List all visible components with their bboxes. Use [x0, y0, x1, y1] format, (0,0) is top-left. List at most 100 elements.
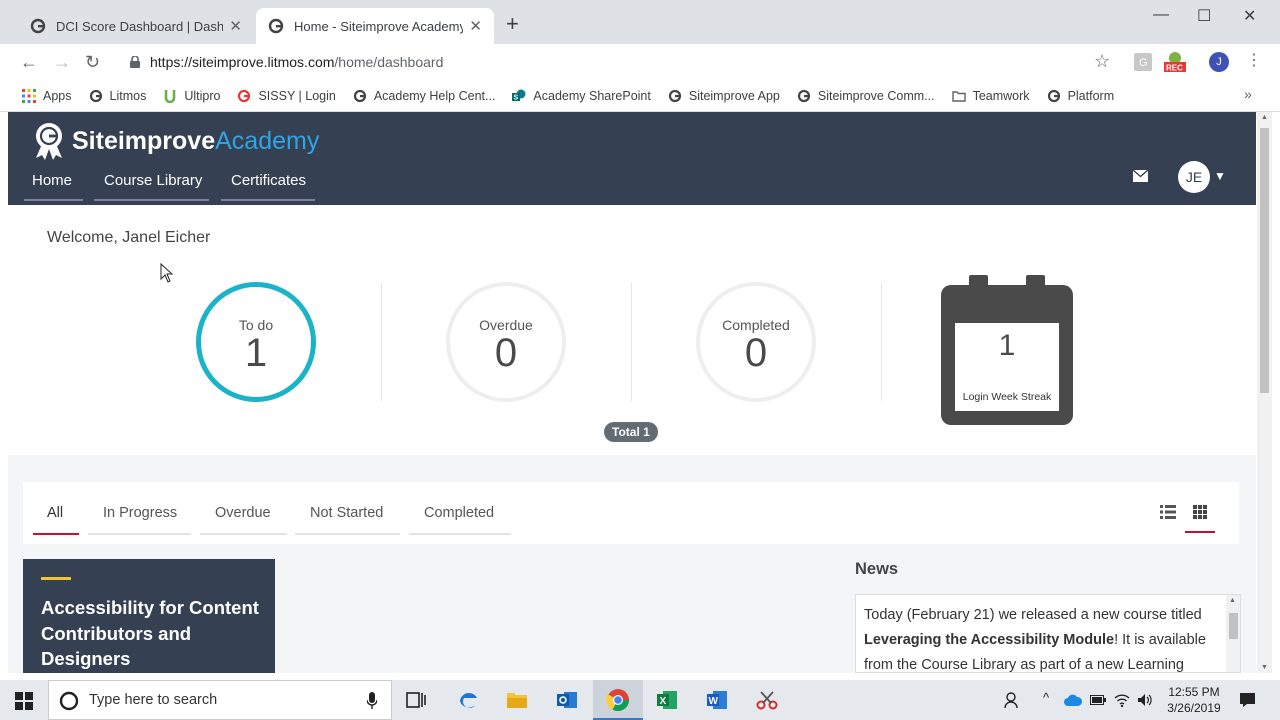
litmos-icon — [668, 89, 681, 102]
grid-view-toggle[interactable] — [1185, 498, 1215, 533]
tab-home-siteimprove-academy[interactable]: Home - Siteimprove Academy ✕ — [256, 8, 494, 44]
outlook-icon[interactable] — [555, 688, 579, 712]
nav-course-library[interactable]: Course Library — [94, 172, 209, 201]
bookmark-siteimprove-community[interactable]: Siteimprove Comm... — [797, 89, 935, 103]
stat-overdue[interactable]: Overdue 0 — [446, 282, 566, 402]
mail-icon[interactable] — [1133, 170, 1148, 182]
list-view-icon[interactable] — [1160, 505, 1176, 519]
people-icon[interactable] — [1004, 691, 1022, 709]
stat-completed[interactable]: Completed 0 — [696, 282, 816, 402]
stat-todo[interactable]: To do 1 — [196, 282, 316, 402]
litmos-icon — [89, 89, 102, 102]
bookmark-academy-help[interactable]: Academy Help Cent... — [353, 88, 496, 103]
scroll-down-icon[interactable]: ▼ — [1261, 664, 1268, 671]
folder-icon — [951, 90, 966, 102]
bookmark-star-icon[interactable]: ☆ — [1094, 51, 1110, 72]
recorder-extension-icon[interactable]: REC — [1163, 51, 1187, 73]
address-bar[interactable]: https://siteimprove.litmos.com/home/dash… — [118, 48, 1122, 76]
news-scrollbar[interactable]: ▲ — [1226, 595, 1240, 672]
bookmark-apps[interactable]: Apps — [22, 88, 72, 103]
extension-g-icon[interactable]: G — [1134, 53, 1152, 71]
bookmark-platform[interactable]: Platform — [1047, 88, 1115, 103]
battery-icon[interactable] — [1090, 695, 1106, 705]
site-header: Siteimprove Academy Home Course Library C… — [8, 112, 1256, 205]
stat-value: 0 — [494, 331, 518, 375]
brand-primary: Siteimprove — [72, 126, 216, 155]
file-explorer-icon[interactable] — [505, 688, 529, 712]
close-tab-icon[interactable]: ✕ — [229, 17, 242, 35]
volume-icon[interactable] — [1137, 692, 1153, 708]
nav-certificates[interactable]: Certificates — [221, 172, 315, 201]
windows-start-icon[interactable] — [15, 692, 33, 710]
bookmark-academy-sharepoint[interactable]: S Academy SharePoint — [512, 89, 651, 103]
course-card[interactable]: Accessibility for Content Contributors a… — [23, 559, 275, 673]
lock-icon — [130, 56, 140, 68]
chrome-icon[interactable] — [606, 688, 630, 712]
page-scrollbar-thumb[interactable] — [1260, 128, 1269, 393]
award-ribbon-icon — [36, 123, 62, 160]
maximize-icon[interactable]: ☐ — [1197, 6, 1211, 26]
divider — [381, 283, 382, 401]
scroll-up-icon[interactable]: ▲ — [1261, 114, 1268, 121]
news-heading: News — [855, 560, 899, 578]
scroll-up-icon[interactable]: ▲ — [1229, 597, 1236, 604]
action-center-icon[interactable] — [1239, 692, 1256, 708]
user-avatar[interactable]: JE — [1178, 161, 1210, 193]
taskbar-search-box[interactable]: Type here to search — [48, 680, 392, 720]
card-accent-bar — [41, 577, 71, 580]
filter-tab-not-started[interactable]: Not Started — [295, 505, 400, 535]
microphone-icon[interactable] — [367, 692, 377, 710]
minimize-icon[interactable]: — — [1153, 6, 1169, 24]
stats-panel: Welcome, Janel Eicher To do 1 Overdue 0 … — [8, 205, 1256, 455]
bookmark-ultipro[interactable]: Ultipro — [163, 89, 220, 103]
filter-tab-all[interactable]: All — [33, 505, 79, 535]
bookmark-litmos[interactable]: Litmos — [89, 89, 146, 103]
show-hidden-icons-chevron-icon[interactable]: ^ — [1043, 690, 1049, 705]
onedrive-icon[interactable] — [1064, 694, 1082, 706]
new-tab-icon[interactable]: + — [506, 13, 519, 35]
course-title: Accessibility for Content Contributors a… — [41, 597, 259, 669]
litmos-icon — [797, 89, 810, 102]
bookmark-label: Teamwork — [972, 88, 1030, 103]
apps-grid-icon — [22, 88, 36, 103]
page-scrollbar[interactable]: ▲ ▼ — [1257, 112, 1272, 673]
bookmark-label: Platform — [1067, 88, 1115, 103]
close-window-icon[interactable]: ✕ — [1243, 6, 1256, 26]
filter-tab-in-progress[interactable]: In Progress — [88, 505, 191, 535]
bookmark-label: Ultipro — [184, 88, 221, 103]
back-icon[interactable]: ← — [20, 52, 38, 72]
profile-avatar[interactable]: J — [1209, 52, 1229, 72]
filter-tab-completed[interactable]: Completed — [409, 505, 511, 535]
forward-icon[interactable]: → — [53, 52, 71, 72]
tab-dci-score-dashboard[interactable]: DCI Score Dashboard | Dashboard ✕ — [18, 8, 254, 44]
news-text-intro: Today (February 21) we released a new co… — [864, 607, 1202, 623]
word-icon[interactable]: W — [705, 688, 729, 712]
siteimprove-academy-logo[interactable]: Siteimprove Academy — [32, 122, 319, 160]
bookmark-sissy-login[interactable]: SISSY | Login — [237, 89, 336, 103]
divider — [881, 283, 882, 401]
browser-toolbar: ← → ↻ https://siteimprove.litmos.com/hom… — [0, 44, 1280, 80]
chrome-menu-icon[interactable]: ⋮ — [1246, 50, 1262, 70]
bookmark-label: Academy Help Cent... — [373, 88, 496, 103]
edge-icon[interactable] — [456, 688, 480, 712]
user-menu-chevron-down-icon[interactable]: ▼ — [1214, 169, 1226, 183]
reload-icon[interactable]: ↻ — [85, 52, 100, 72]
snipping-tool-icon[interactable] — [755, 688, 779, 712]
nav-home[interactable]: Home — [24, 172, 83, 201]
task-view-icon[interactable] — [404, 688, 428, 712]
wifi-icon[interactable] — [1114, 692, 1130, 708]
browser-tab-strip: DCI Score Dashboard | Dashboard ✕ Home -… — [0, 0, 1280, 44]
streak-label: Login Week Streak — [962, 391, 1052, 403]
filter-tab-overdue[interactable]: Overdue — [200, 505, 287, 535]
litmos-favicon-icon — [30, 18, 46, 34]
system-clock[interactable]: 12:55 PM 3/26/2019 — [1160, 684, 1228, 716]
sharepoint-icon: S — [512, 89, 526, 101]
bookmark-siteimprove-app[interactable]: Siteimprove App — [668, 89, 780, 103]
bookmarks-overflow-icon[interactable]: » — [1244, 86, 1252, 102]
close-tab-icon[interactable]: ✕ — [469, 17, 482, 35]
stat-value: 1 — [244, 331, 268, 375]
news-panel: Today (February 21) we released a new co… — [855, 594, 1241, 673]
excel-icon[interactable]: X — [655, 688, 679, 712]
news-scrollbar-thumb[interactable] — [1229, 613, 1238, 639]
bookmark-teamwork[interactable]: Teamwork — [951, 88, 1030, 103]
